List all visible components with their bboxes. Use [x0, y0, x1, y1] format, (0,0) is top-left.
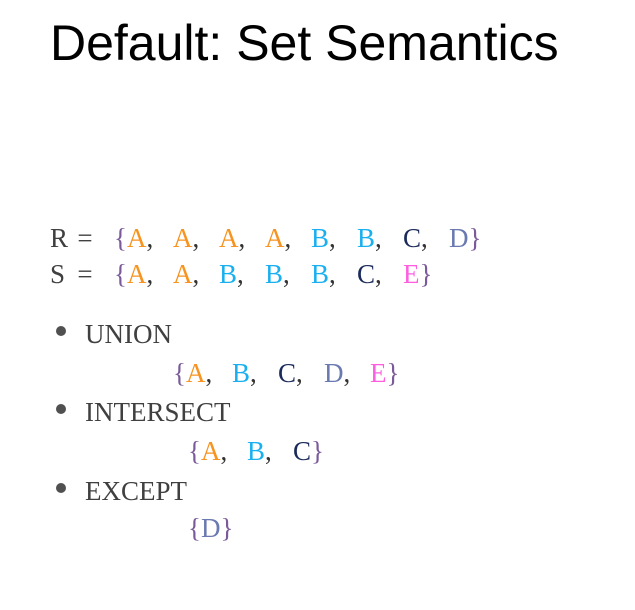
- close-brace: }: [220, 513, 234, 543]
- element-letter: C: [402, 223, 421, 253]
- set-element: E}: [403, 258, 432, 290]
- comma: ,: [146, 223, 154, 253]
- set-element: B,: [232, 357, 278, 389]
- element-letter: A: [200, 436, 221, 466]
- set-element: A,: [127, 222, 173, 254]
- set-element: B,: [311, 258, 357, 290]
- operation-label-union: UNION: [85, 319, 172, 349]
- comma: ,: [420, 223, 428, 253]
- operation-result: {A, B, C}: [188, 435, 324, 467]
- relation-name: S: [50, 259, 66, 289]
- element-letter: B: [218, 259, 237, 289]
- slide: Default: Set Semantics R = {A, A, A, A, B, B, C,…: [0, 0, 635, 610]
- comma: ,: [205, 358, 213, 388]
- element-letter: D: [448, 223, 469, 253]
- set-element: A,: [173, 222, 219, 254]
- comma: ,: [282, 259, 290, 289]
- set-element: A,: [219, 222, 265, 254]
- comma: ,: [374, 223, 382, 253]
- relation-s: S = {A, A, B, B, B, C, E}: [50, 258, 432, 290]
- bullet-icon: [56, 326, 66, 336]
- element-letter: A: [218, 223, 239, 253]
- close-brace: }: [310, 436, 324, 466]
- set-element: D}: [201, 512, 233, 544]
- set-element: B,: [219, 258, 265, 290]
- slide-title: Default: Set Semantics: [50, 15, 559, 71]
- element-letter: C: [277, 358, 296, 388]
- operation-result: {D}: [188, 512, 233, 544]
- element-letter: C: [292, 436, 311, 466]
- element-letter: D: [323, 358, 344, 388]
- set-element: B,: [311, 222, 357, 254]
- open-brace: {: [114, 259, 127, 289]
- comma: ,: [236, 259, 244, 289]
- set-element: A,: [201, 435, 247, 467]
- open-brace: {: [114, 223, 127, 253]
- set-element: A,: [173, 258, 219, 290]
- element-letter: B: [264, 259, 283, 289]
- open-brace: {: [188, 436, 201, 466]
- comma: ,: [192, 223, 200, 253]
- set-element: B,: [265, 258, 311, 290]
- set-element: B,: [357, 222, 403, 254]
- operation-label-except: EXCEPT: [85, 476, 188, 506]
- comma: ,: [192, 259, 200, 289]
- element-letter: A: [264, 223, 285, 253]
- element-letter: E: [402, 259, 420, 289]
- relation-name: R: [50, 223, 69, 253]
- set-element: C}: [293, 435, 324, 467]
- close-brace: }: [468, 223, 482, 253]
- set-element: A,: [265, 222, 311, 254]
- bullet-icon: [56, 404, 66, 414]
- set-element: A,: [127, 258, 173, 290]
- element-letter: A: [185, 358, 206, 388]
- comma: ,: [328, 223, 336, 253]
- comma: ,: [249, 358, 257, 388]
- set-element: B,: [247, 435, 293, 467]
- bullet-icon: [56, 483, 66, 493]
- element-letter: B: [356, 223, 375, 253]
- equals-sign: =: [77, 259, 93, 289]
- set-element: D,: [324, 357, 370, 389]
- comma: ,: [295, 358, 303, 388]
- comma: ,: [146, 259, 154, 289]
- set-element: A,: [186, 357, 232, 389]
- element-letter: B: [310, 223, 329, 253]
- element-letter: B: [246, 436, 265, 466]
- set-element: E}: [370, 357, 399, 389]
- close-brace: }: [419, 259, 433, 289]
- element-letter: D: [200, 513, 221, 543]
- set-element: C,: [278, 357, 324, 389]
- comma: ,: [328, 259, 336, 289]
- comma: ,: [220, 436, 228, 466]
- element-letter: A: [126, 223, 147, 253]
- operation-label-intersect: INTERSECT: [85, 397, 231, 427]
- element-letter: C: [356, 259, 375, 289]
- set-element: C,: [357, 258, 403, 290]
- operation-result: {A, B, C, D, E}: [173, 357, 399, 389]
- comma: ,: [284, 223, 292, 253]
- comma: ,: [264, 436, 272, 466]
- comma: ,: [238, 223, 246, 253]
- element-letter: E: [369, 358, 387, 388]
- open-brace: {: [173, 358, 186, 388]
- set-element: C,: [403, 222, 449, 254]
- equals-sign: =: [77, 223, 93, 253]
- element-letter: A: [126, 259, 147, 289]
- open-brace: {: [188, 513, 201, 543]
- set-element: D}: [449, 222, 481, 254]
- element-letter: B: [310, 259, 329, 289]
- element-letter: A: [172, 259, 193, 289]
- relation-r: R = {A, A, A, A, B, B, C, D}: [50, 222, 481, 254]
- element-letter: A: [172, 223, 193, 253]
- element-letter: B: [231, 358, 250, 388]
- close-brace: }: [386, 358, 400, 388]
- comma: ,: [374, 259, 382, 289]
- comma: ,: [343, 358, 351, 388]
